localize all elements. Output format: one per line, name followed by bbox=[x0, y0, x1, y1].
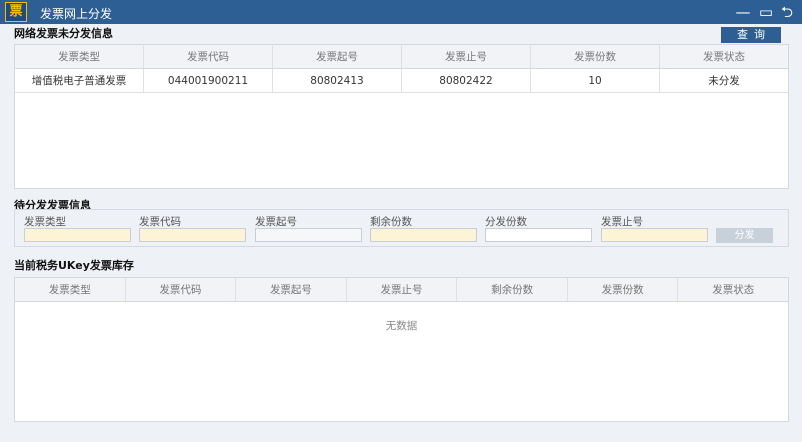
column-header[interactable]: 发票份数 bbox=[531, 45, 660, 68]
cell-start-number: 80802413 bbox=[273, 69, 402, 92]
section-title-network: 网络发票未分发信息 bbox=[14, 27, 113, 40]
end-number-field[interactable] bbox=[601, 228, 708, 242]
column-header[interactable]: 发票状态 bbox=[660, 45, 788, 68]
empty-state-text: 无数据 bbox=[385, 320, 418, 332]
field-label-end-number: 发票止号 bbox=[601, 216, 643, 228]
column-header[interactable]: 发票起号 bbox=[273, 45, 402, 68]
minimize-icon[interactable]: — bbox=[734, 2, 752, 22]
field-label-distribute-count: 分发份数 bbox=[485, 216, 527, 228]
column-header[interactable]: 发票代码 bbox=[126, 278, 237, 301]
column-header[interactable]: 发票状态 bbox=[678, 278, 788, 301]
table-header: 发票类型 发票代码 发票起号 发票止号 发票份数 发票状态 bbox=[15, 45, 788, 69]
column-header[interactable]: 发票止号 bbox=[347, 278, 458, 301]
window-title: 发票网上分发 bbox=[40, 7, 113, 21]
cell-count: 10 bbox=[531, 69, 660, 92]
section-title-stock: 当前税务UKey发票库存 bbox=[14, 259, 134, 272]
query-button[interactable]: 查询 bbox=[721, 27, 781, 43]
title-bar: 票 发票网上分发 — ▭ ⮌ bbox=[0, 0, 802, 24]
column-header[interactable]: 发票起号 bbox=[236, 278, 347, 301]
cell-invoice-code: 044001900211 bbox=[144, 69, 273, 92]
close-back-icon[interactable]: ⮌ bbox=[778, 2, 796, 22]
column-header[interactable]: 发票代码 bbox=[144, 45, 273, 68]
cell-end-number: 80802422 bbox=[402, 69, 531, 92]
distribute-button[interactable]: 分发 bbox=[716, 228, 773, 243]
table-header: 发票类型 发票代码 发票起号 发票止号 剩余份数 发票份数 发票状态 bbox=[15, 278, 788, 302]
field-label-invoice-code: 发票代码 bbox=[139, 216, 181, 228]
remaining-count-field[interactable] bbox=[370, 228, 477, 242]
column-header[interactable]: 发票止号 bbox=[402, 45, 531, 68]
table-row[interactable]: 增值税电子普通发票 044001900211 80802413 80802422… bbox=[15, 69, 788, 93]
network-invoice-table: 发票类型 发票代码 发票起号 发票止号 发票份数 发票状态 增值税电子普通发票 … bbox=[14, 44, 789, 189]
field-label-start-number: 发票起号 bbox=[255, 216, 297, 228]
cell-status: 未分发 bbox=[708, 75, 740, 87]
app-logo-icon: 票 bbox=[5, 2, 27, 22]
maximize-icon[interactable]: ▭ bbox=[757, 2, 775, 22]
cell-invoice-type: 增值税电子普通发票 bbox=[15, 69, 144, 92]
field-label-remaining: 剩余份数 bbox=[370, 216, 412, 228]
invoice-type-field[interactable] bbox=[24, 228, 131, 242]
distribute-count-field[interactable] bbox=[485, 228, 592, 242]
field-label-invoice-type: 发票类型 bbox=[24, 216, 66, 228]
invoice-code-field[interactable] bbox=[139, 228, 246, 242]
ukey-stock-table: 发票类型 发票代码 发票起号 发票止号 剩余份数 发票份数 发票状态 无数据 bbox=[14, 277, 789, 422]
column-header[interactable]: 发票类型 bbox=[15, 45, 144, 68]
pending-distribution-form: 发票类型 发票代码 发票起号 剩余份数 分发份数 发票止号 分发 bbox=[14, 209, 789, 247]
column-header[interactable]: 发票类型 bbox=[15, 278, 126, 301]
column-header[interactable]: 剩余份数 bbox=[457, 278, 568, 301]
start-number-field[interactable] bbox=[255, 228, 362, 242]
column-header[interactable]: 发票份数 bbox=[568, 278, 679, 301]
